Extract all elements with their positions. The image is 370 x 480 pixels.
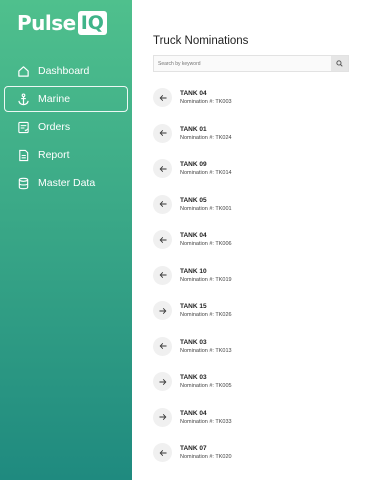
nomination-info: TANK 04 Nomination #: TK003 (180, 89, 232, 106)
nomination-info: TANK 01 Nomination #: TK024 (180, 125, 232, 142)
tank-name: TANK 05 (180, 196, 207, 204)
sidebar-item-marine[interactable]: Marine (4, 86, 128, 112)
sidebar-item-label: Report (38, 149, 70, 161)
orders-icon (17, 121, 30, 134)
arrow-left-icon[interactable] (153, 443, 172, 463)
tank-name: TANK 07 (180, 445, 207, 453)
report-icon (17, 149, 30, 162)
tank-name: TANK 01 (180, 125, 207, 133)
nomination-list: TANK 04 Nomination #: TK003 TANK 01 Nominat… (153, 80, 353, 471)
arrow-left-icon[interactable] (153, 159, 172, 179)
list-item[interactable]: TANK 04 Nomination #: TK033 (153, 400, 353, 436)
nomination-info: TANK 04 Nomination #: TK033 (180, 409, 232, 426)
sidebar-item-orders[interactable]: Orders (4, 114, 128, 140)
nomination-number: Nomination #: TK003 (180, 99, 232, 106)
tank-name: TANK 04 (180, 409, 207, 417)
sidebar-item-label: Master Data (38, 177, 96, 189)
sidebar-nav: Dashboard Marine Orders Report Master Da… (0, 58, 132, 198)
sidebar: Pulse IQ Dashboard Marine Orders Report … (0, 0, 132, 480)
nomination-number: Nomination #: TK019 (180, 276, 232, 283)
tank-name: TANK 15 (180, 303, 207, 311)
main-panel: Truck Nominations TANK 04Nomination #: T… (132, 0, 370, 480)
database-icon (17, 177, 30, 190)
nomination-info: TANK 10 Nomination #: TK019 (180, 267, 232, 284)
list-item[interactable]: TANK 09 Nomination #: TK014 (153, 151, 353, 187)
brand-badge: IQ (77, 11, 107, 35)
sidebar-item-report[interactable]: Report (4, 142, 128, 168)
nomination-number: Nomination #: TK024 (180, 134, 232, 141)
sidebar-item-label: Orders (38, 121, 71, 133)
page-title: Truck Nominations (153, 35, 249, 47)
nomination-info: TANK 05 Nomination #: TK001 (180, 196, 232, 213)
tank-name: TANK 04 (180, 232, 207, 240)
tank-name: TANK 03 (180, 338, 207, 346)
sidebar-item-label: Marine (38, 93, 71, 105)
sidebar-item-label: Dashboard (38, 65, 90, 77)
list-item[interactable]: TANK 05 Nomination #: TK001 (153, 187, 353, 223)
list-item[interactable]: TANK 15 Nomination #: TK026 (153, 293, 353, 329)
brand-logo[interactable]: Pulse IQ (17, 10, 107, 36)
search-input[interactable] (154, 56, 331, 71)
list-item[interactable]: TANK 04 Nomination #: TK006 (153, 222, 353, 258)
nomination-number: Nomination #: TK013 (180, 347, 232, 354)
search-icon (336, 60, 343, 67)
arrow-right-icon[interactable] (153, 407, 172, 427)
nomination-info: TANK 07 Nomination #: TK020 (180, 444, 232, 461)
brand-name: Pulse (17, 11, 76, 35)
nomination-info: TANK 03 Nomination #: TK005 (180, 373, 232, 390)
tank-name: TANK 03 (180, 374, 207, 382)
list-item[interactable]: TANK 01 Nomination #: TK024 (153, 116, 353, 152)
nomination-number: Nomination #: TK020 (180, 454, 232, 461)
arrow-left-icon[interactable] (153, 194, 172, 214)
nomination-number: Nomination #: TK006 (180, 241, 232, 248)
anchor-icon (17, 92, 30, 106)
arrow-right-icon[interactable] (153, 372, 172, 392)
tank-name: TANK 04 (180, 90, 207, 98)
nomination-number: Nomination #: TK014 (180, 170, 232, 177)
list-item[interactable]: TANK 03 Nomination #: TK005 (153, 364, 353, 400)
arrow-left-icon[interactable] (153, 88, 172, 108)
list-item[interactable]: TANK 10 Nomination #: TK019 (153, 258, 353, 294)
arrow-right-icon[interactable] (153, 301, 172, 321)
nomination-number: Nomination #: TK026 (180, 312, 232, 319)
arrow-left-icon[interactable] (153, 265, 172, 285)
search-bar (153, 55, 349, 72)
arrow-left-icon[interactable] (153, 230, 172, 250)
list-item[interactable]: TANK 03 Nomination #: TK013 (153, 329, 353, 365)
nomination-number: Nomination #: TK001 (180, 205, 232, 212)
nomination-info: TANK 03 Nomination #: TK013 (180, 338, 232, 355)
arrow-left-icon[interactable] (153, 336, 172, 356)
search-button[interactable] (331, 56, 348, 71)
list-item[interactable]: TANK 07 Nomination #: TK020 (153, 435, 353, 471)
nomination-number: Nomination #: TK033 (180, 418, 232, 425)
tank-name: TANK 09 (180, 161, 207, 169)
nomination-info: TANK 15 Nomination #: TK026 (180, 302, 232, 319)
tank-name: TANK 10 (180, 267, 207, 275)
sidebar-item-master-data[interactable]: Master Data (4, 170, 128, 196)
sidebar-item-dashboard[interactable]: Dashboard (4, 58, 128, 84)
nomination-info: TANK 09 Nomination #: TK014 (180, 160, 232, 177)
arrow-left-icon[interactable] (153, 123, 172, 143)
home-icon (17, 65, 30, 78)
nomination-number: Nomination #: TK005 (180, 383, 232, 390)
list-item[interactable]: TANK 04 Nomination #: TK003 (153, 80, 353, 116)
nomination-info: TANK 04 Nomination #: TK006 (180, 231, 232, 248)
